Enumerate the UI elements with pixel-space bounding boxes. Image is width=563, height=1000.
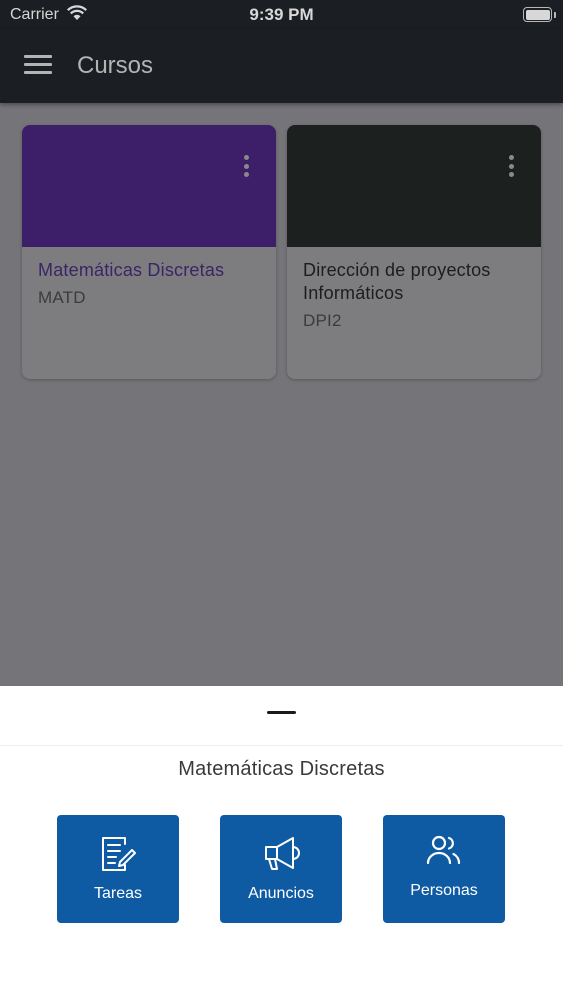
course-card-header (22, 125, 276, 247)
sheet-drag-handle[interactable] (267, 711, 296, 714)
course-code: MATD (38, 288, 86, 307)
clock: 9:39 PM (249, 5, 314, 24)
course-title: Matemáticas Discretas (38, 260, 225, 280)
anuncios-button[interactable]: Anuncios (220, 815, 342, 923)
personas-button[interactable]: Personas (383, 815, 505, 923)
battery-tip (554, 12, 556, 18)
anuncios-label: Anuncios (248, 885, 314, 902)
sheet-title: Matemáticas Discretas (178, 758, 385, 780)
people-icon (383, 833, 505, 869)
app-bar: Cursos (0, 30, 563, 103)
more-vertical-icon[interactable] (244, 155, 250, 179)
megaphone-icon (220, 833, 342, 873)
status-bar: Carrier 9:39 PM (0, 0, 563, 30)
assignment-edit-icon (57, 833, 179, 873)
course-title: Dirección de proyectos Informáticos (303, 260, 491, 303)
course-code: DPI2 (303, 311, 342, 330)
bottom-sheet: Matemáticas Discretas Tareas Anuncios Pe… (0, 686, 563, 1000)
hamburger-menu-icon[interactable] (24, 55, 52, 77)
battery-icon (523, 7, 552, 22)
tareas-button[interactable]: Tareas (57, 815, 179, 923)
divider (0, 745, 563, 746)
personas-label: Personas (410, 882, 478, 899)
more-vertical-icon[interactable] (509, 155, 515, 179)
course-card-matd[interactable]: Matemáticas Discretas MATD (22, 125, 276, 379)
course-card-dpi2[interactable]: Dirección de proyectos Informáticos DPI2 (287, 125, 541, 379)
course-card-header (287, 125, 541, 247)
page-title: Cursos (77, 52, 154, 79)
tareas-label: Tareas (93, 885, 143, 902)
